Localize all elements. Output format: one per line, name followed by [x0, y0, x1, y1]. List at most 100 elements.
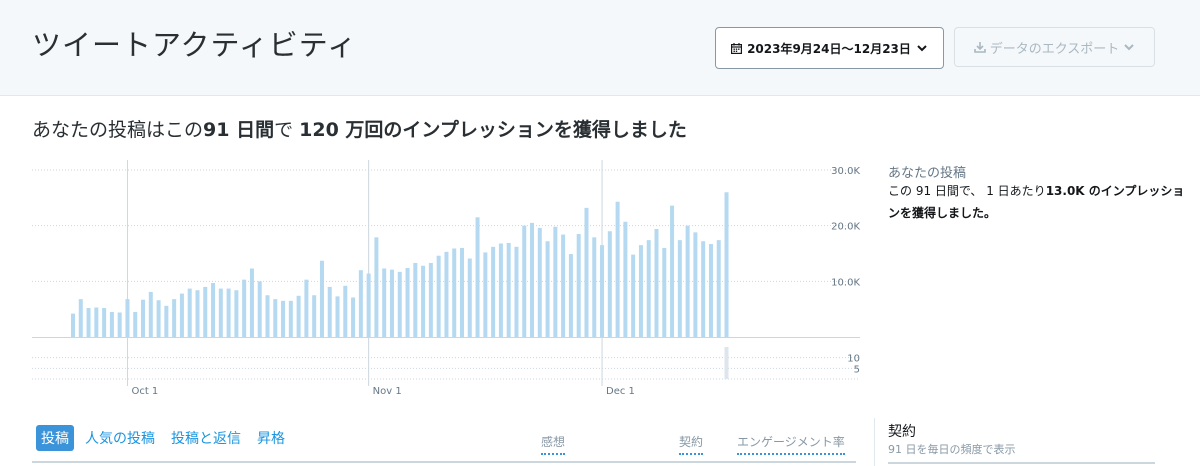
lower-y-tick-label: 5 [854, 364, 860, 375]
impression-bar [148, 291, 153, 337]
headline-impressions: 120 万回のインプレッションを獲得しました [299, 119, 687, 141]
engagements-panel-title: 契約 [888, 424, 916, 440]
y-tick-label: 20.0K [831, 222, 860, 233]
column-engagement-rate[interactable]: エンゲージメント率 [737, 433, 845, 455]
export-data-button[interactable]: データのエクスポート [954, 27, 1155, 67]
impression-bar [708, 244, 713, 337]
impression-bar [623, 221, 628, 337]
impression-bar [452, 248, 457, 337]
impression-bar [537, 227, 542, 337]
tab-promoted[interactable]: 昇格 [252, 425, 290, 451]
impression-bar [460, 247, 464, 337]
impression-bar [615, 201, 620, 337]
impression-bar [94, 307, 99, 337]
impression-bar [545, 241, 550, 337]
impression-bar [428, 262, 433, 337]
headline-days: 91 日間 [203, 119, 275, 141]
impression-bar [413, 262, 418, 337]
impression-bar [584, 207, 589, 337]
y-tick-label: 10.0K [831, 277, 860, 288]
side-daily-average: 13.0K [1045, 184, 1085, 198]
x-tick-label: Nov 1 [373, 386, 402, 397]
impression-bar [78, 299, 83, 337]
impression-bar [600, 245, 605, 337]
impression-bar [179, 293, 184, 337]
column-engagements[interactable]: 契約 [679, 433, 704, 455]
impression-bar [631, 254, 636, 337]
headline-mid: で [274, 119, 300, 141]
impression-bar [125, 299, 130, 337]
headline-prefix: あなたの投稿はこの [32, 119, 204, 141]
impression-bar [475, 217, 480, 337]
impression-bar [444, 251, 449, 337]
y-tick-label: 30.0K [831, 166, 860, 177]
impression-bar [646, 240, 651, 337]
side-summary-title: あなたの投稿 [888, 166, 967, 181]
right-panel-divider [874, 418, 875, 466]
impression-bar [203, 286, 208, 337]
impression-bar [211, 283, 216, 337]
impression-bar [677, 240, 682, 337]
impression-bar [319, 260, 324, 337]
impression-bar [716, 240, 721, 337]
impressions-chart: 30.0K 20.0K 10.0K Oct 1 Nov 1 Dec 1 105 [32, 160, 860, 397]
impression-bar [86, 308, 91, 337]
impression-bar [351, 297, 356, 337]
lower-y-tick-label: 10 [847, 354, 860, 365]
impression-bar [498, 243, 503, 337]
impression-bar [467, 258, 472, 337]
engagements-panel-subtitle: 91 日を毎日の頻度で表示 [888, 443, 1016, 456]
impression-bar [187, 288, 192, 337]
calendar-icon [731, 42, 743, 54]
impression-bar [327, 286, 332, 337]
impression-bar [576, 234, 581, 337]
impression-bar [397, 271, 402, 337]
impression-bar [366, 273, 371, 337]
tab-top-posts[interactable]: 人気の投稿 [80, 425, 160, 451]
chevron-down-icon [1124, 44, 1135, 51]
impression-bar [553, 226, 558, 337]
impression-bar [71, 313, 75, 337]
impression-bar [522, 225, 527, 337]
x-tick-label: Dec 1 [606, 386, 635, 397]
impression-bar [335, 296, 340, 337]
impression-bar [389, 269, 394, 337]
impression-bar [592, 237, 597, 337]
impression-bar [343, 285, 348, 337]
date-range-button[interactable]: 2023年9月24日～12月23日 [715, 27, 944, 69]
export-label: データのエクスポート [989, 41, 1120, 57]
page-title: ツイートアクティビティ [32, 28, 358, 62]
impression-bar [102, 308, 107, 337]
impression-bar [670, 205, 675, 337]
chevron-down-icon [917, 45, 927, 52]
impression-bar [218, 288, 223, 337]
impression-bar [141, 299, 146, 337]
impression-bar [654, 229, 659, 337]
column-impressions[interactable]: 感想 [541, 433, 566, 455]
impression-bar [304, 279, 309, 337]
impression-bar [234, 290, 239, 337]
impression-bar [172, 299, 177, 337]
impression-bar [226, 288, 231, 337]
impression-bar [273, 299, 278, 337]
impression-bar [506, 242, 511, 337]
x-tick-label: Oct 1 [131, 386, 158, 397]
impression-bar [483, 252, 488, 337]
impression-bar [530, 222, 535, 337]
table-divider [32, 461, 856, 463]
impression-bar [242, 279, 247, 337]
impression-bar [382, 268, 387, 337]
tab-posts-and-replies[interactable]: 投稿と返信 [166, 425, 246, 451]
tab-posts[interactable]: 投稿 [36, 425, 74, 451]
impression-bar [436, 255, 441, 337]
impression-bar [109, 311, 114, 337]
tweet-tabs: 投稿 人気の投稿 投稿と返信 昇格 [36, 425, 290, 451]
impression-bar [312, 295, 317, 337]
impressions-headline: あなたの投稿はこの91 日間で 120 万回のインプレッションを獲得しました [32, 115, 687, 142]
impression-bar [568, 254, 573, 337]
impression-bar [281, 300, 286, 337]
impression-bar [607, 231, 612, 337]
impression-bar [156, 300, 161, 337]
impression-bar [296, 295, 301, 337]
side-summary-text: この 91 日間で、 1 日あたり13.0K のインプレッションを獲得しました。 [888, 180, 1188, 224]
